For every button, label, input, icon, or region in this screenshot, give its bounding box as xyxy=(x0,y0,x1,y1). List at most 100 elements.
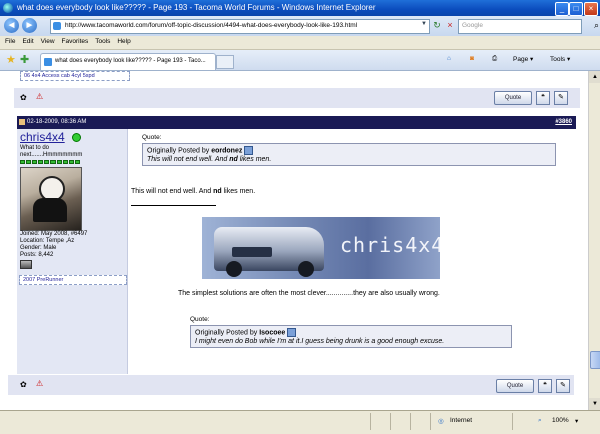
prev-edit-icon[interactable]: ✎ xyxy=(554,91,568,105)
scroll-down-icon[interactable]: ▼ xyxy=(589,398,600,410)
menu-help[interactable]: Help xyxy=(117,38,130,45)
reputation-icon[interactable]: ✿ xyxy=(20,380,27,389)
prev-quote-button[interactable]: Quote xyxy=(494,91,532,105)
truck-wheel xyxy=(226,261,242,277)
vertical-scrollbar[interactable]: ▲ ▼ xyxy=(588,71,600,410)
menu-edit[interactable]: Edit xyxy=(22,38,33,45)
tab-page-icon xyxy=(44,58,52,66)
quote-block-1: Quote: Originally Posted by eordonez Thi… xyxy=(142,134,556,166)
joined-stat: Joined: May 2008, #6497 xyxy=(20,231,88,237)
user-avatar[interactable] xyxy=(20,167,82,231)
zoom-dropdown-icon[interactable]: ▾ xyxy=(575,417,578,425)
scroll-up-icon[interactable]: ▲ xyxy=(589,71,600,83)
ie-icon xyxy=(3,3,13,13)
quote-author[interactable]: Isocoee xyxy=(259,329,285,336)
menu-view[interactable]: View xyxy=(41,38,55,45)
browser-tab[interactable]: what does everybody look like????? - Pag… xyxy=(40,53,216,70)
menu-file[interactable]: File xyxy=(5,38,15,45)
search-icon[interactable]: ⌕ xyxy=(594,20,599,31)
window-title: what does everybody look like????? - Pag… xyxy=(17,3,376,12)
menu-tools[interactable]: Tools xyxy=(95,38,110,45)
scroll-thumb[interactable] xyxy=(590,351,600,369)
add-favorites-icon[interactable]: ✚ xyxy=(20,53,29,66)
view-post-icon[interactable] xyxy=(244,146,254,155)
quote-label: Quote: xyxy=(142,134,162,141)
forward-button[interactable]: ► xyxy=(22,18,37,33)
address-input[interactable]: http://www.tacomaworld.com/forum/off-top… xyxy=(50,19,430,34)
post-header: 02-18-2009, 08:36 AM #3860 xyxy=(17,116,576,129)
online-status-icon xyxy=(72,133,81,142)
gender-stat: Gender: Male xyxy=(20,245,57,251)
page-menu-label: Page xyxy=(513,56,529,63)
close-button[interactable]: × xyxy=(584,2,598,16)
banner-text: chris4x4 xyxy=(340,233,440,257)
window-title-bar: what does everybody look like????? - Pag… xyxy=(0,0,600,16)
quote-text: This will not end well. And nd likes men… xyxy=(147,156,272,163)
zoom-icon: ⌕ xyxy=(538,417,542,424)
signature-divider xyxy=(131,205,216,206)
report-icon[interactable]: ⚠ xyxy=(36,92,43,101)
stop-icon[interactable]: × xyxy=(443,19,457,32)
truck-wheel xyxy=(298,261,314,277)
url-text: http://www.tacomaworld.com/forum/off-top… xyxy=(65,22,358,29)
status-bar: ◎ Internet ⌕ 100% ▾ xyxy=(0,410,600,434)
search-input[interactable]: Google ⌕ xyxy=(458,19,599,34)
tab-title: what does everybody look like????? - Pag… xyxy=(55,58,206,64)
address-toolbar: ◄ ► http://www.tacomaworld.com/forum/off… xyxy=(0,16,600,36)
address-dropdown-icon[interactable]: ▼ xyxy=(421,21,427,27)
signature-banner-image: chris4x4 xyxy=(202,217,440,279)
favorites-star-icon[interactable]: ★ xyxy=(6,53,16,66)
quote-text: I might even do Bob while I'm at it.I gu… xyxy=(195,338,445,345)
posts-stat: Posts: 8,442 xyxy=(20,252,54,258)
multiquote-icon[interactable]: ❝ xyxy=(538,379,552,393)
prev-multiquote-icon[interactable]: ❝ xyxy=(536,91,550,105)
back-button[interactable]: ◄ xyxy=(4,18,19,33)
maximize-button[interactable]: □ xyxy=(569,2,583,16)
zoom-level[interactable]: 100% xyxy=(552,417,569,424)
truck-grill xyxy=(232,247,272,257)
minimize-button[interactable]: _ xyxy=(555,2,569,16)
report-icon[interactable]: ⚠ xyxy=(36,379,43,388)
print-icon[interactable]: ⎙ xyxy=(492,55,497,63)
avatar-body xyxy=(33,198,67,222)
reputation-icon[interactable]: ✿ xyxy=(20,93,27,102)
feeds-icon[interactable]: ◙ xyxy=(470,55,474,62)
quote-box: Originally Posted by eordonez This will … xyxy=(142,143,556,166)
post-date: 02-18-2009, 08:36 AM xyxy=(27,119,87,125)
edit-icon[interactable]: ✎ xyxy=(556,379,570,393)
post-number-link[interactable]: #3860 xyxy=(555,119,572,125)
quote-author[interactable]: eordonez xyxy=(211,147,242,154)
internet-zone-text: Internet xyxy=(450,417,473,424)
quote-by-prefix: Originally Posted by xyxy=(195,329,258,337)
signature-text: The simplest solutions are often the mos… xyxy=(178,290,440,297)
prev-userbox[interactable]: 06 4x4 Access cab 4cyl 5spd xyxy=(20,71,130,81)
page-menu[interactable]: Page ▾ xyxy=(513,55,533,63)
quote-block-2: Quote: Originally Posted by Isocoee I mi… xyxy=(190,316,512,348)
tools-menu-label: Tools xyxy=(550,56,566,63)
username-link[interactable]: chris4x4 xyxy=(20,130,65,144)
internet-zone-icon: ◎ xyxy=(438,418,444,425)
user-stats: Joined: May 2008, #6497 Location: Tempe … xyxy=(20,231,125,259)
home-icon[interactable]: ⌂ xyxy=(447,55,451,62)
user-vehicle-box[interactable]: 2007 PreRunner xyxy=(19,275,127,285)
refresh-icon[interactable]: ↻ xyxy=(430,19,444,32)
user-title: What to do next.......Hmmmmmmm xyxy=(20,145,83,158)
quote-label: Quote: xyxy=(190,316,210,323)
location-stat: Location: Tempe ,Az xyxy=(20,238,75,244)
view-post-icon[interactable] xyxy=(287,328,297,337)
page-icon xyxy=(53,22,61,30)
post-icon xyxy=(19,119,25,125)
tools-menu[interactable]: Tools ▾ xyxy=(550,55,570,63)
post-body-text: This will not end well. And nd likes men… xyxy=(131,188,256,195)
prev-post-footer: ✿ ⚠ Quote ❝ ✎ xyxy=(14,88,580,108)
reputation-bar xyxy=(20,160,80,164)
page-content: 06 4x4 Access cab 4cyl 5spd ✿ ⚠ Quote ❝ … xyxy=(0,71,588,410)
new-tab-button[interactable] xyxy=(216,55,234,69)
user-sidebar: chris4x4 What to do next.......Hmmmmmmm … xyxy=(17,129,128,374)
search-placeholder: Google xyxy=(462,22,483,29)
menu-favorites[interactable]: Favorites xyxy=(62,38,89,45)
quote-by-prefix: Originally Posted by xyxy=(147,147,210,155)
post-footer: ✿ ⚠ Quote ❝ ✎ xyxy=(8,375,574,395)
flag-icon xyxy=(20,260,32,269)
quote-button[interactable]: Quote xyxy=(496,379,534,393)
